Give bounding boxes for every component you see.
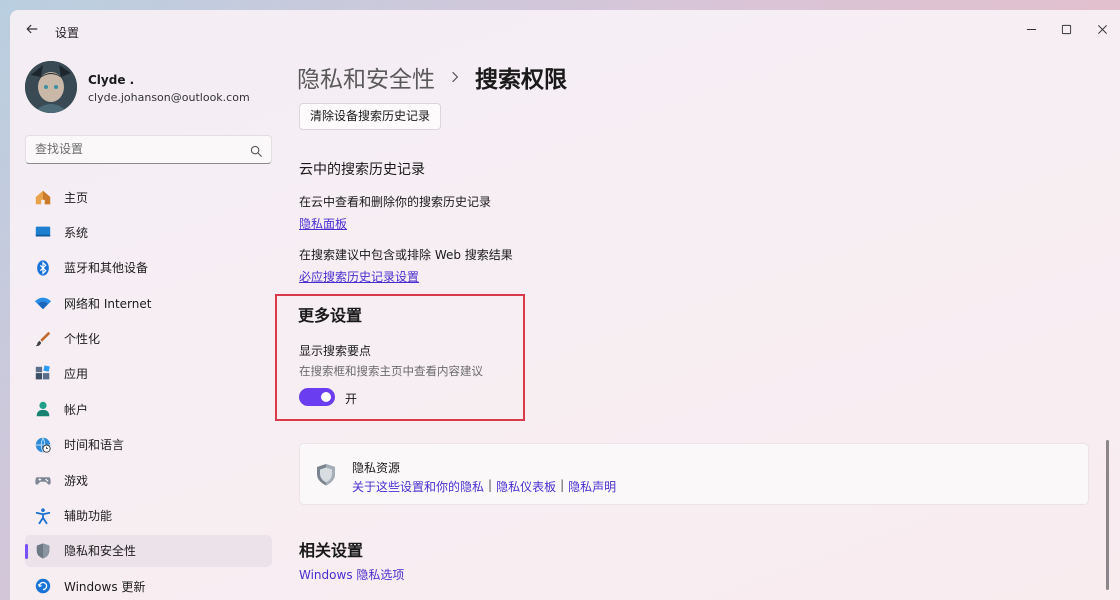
wifi-icon bbox=[33, 293, 53, 313]
search-icon[interactable] bbox=[250, 143, 263, 158]
sidebar-item-label: 辅助功能 bbox=[64, 509, 113, 524]
sidebar-item-accounts[interactable]: 帐户 bbox=[25, 393, 272, 425]
sidebar-item-apps[interactable]: 应用 bbox=[25, 358, 272, 390]
system-icon bbox=[33, 222, 53, 242]
settings-window: 设置 Clyde . clyde.johanson@outlook.com 查找… bbox=[10, 10, 1120, 600]
apps-icon bbox=[33, 364, 53, 384]
cloud-history-heading: 云中的搜索历史记录 bbox=[299, 162, 425, 178]
close-button[interactable] bbox=[1084, 16, 1120, 42]
privacy-statement-link[interactable]: 隐私声明 bbox=[568, 478, 616, 495]
sidebar-item-label: 个性化 bbox=[64, 332, 101, 347]
account-icon bbox=[33, 399, 53, 419]
toggle-knob bbox=[321, 392, 331, 402]
sidebar-item-label: 应用 bbox=[64, 367, 89, 382]
sidebar-item-label: 帐户 bbox=[64, 402, 89, 417]
title-bar: 设置 bbox=[10, 10, 1120, 50]
privacy-resources-title: 隐私资源 bbox=[352, 461, 401, 475]
sidebar-item-gaming[interactable]: 游戏 bbox=[25, 464, 272, 496]
breadcrumb-parent[interactable]: 隐私和安全性 bbox=[297, 60, 435, 94]
maximize-button[interactable] bbox=[1048, 16, 1084, 42]
sidebar-item-windows-update[interactable]: Windows 更新 bbox=[25, 570, 272, 600]
sidebar-item-personalization[interactable]: 个性化 bbox=[25, 323, 272, 355]
app-title: 设置 bbox=[55, 26, 80, 40]
shield-icon bbox=[33, 541, 53, 561]
search-box[interactable] bbox=[25, 135, 272, 164]
sidebar-item-label: 主页 bbox=[64, 190, 89, 205]
shield-icon bbox=[315, 463, 337, 487]
breadcrumb: 隐私和安全性 搜索权限 bbox=[297, 60, 567, 94]
related-settings-heading: 相关设置 bbox=[299, 541, 364, 560]
sidebar-item-system[interactable]: 系统 bbox=[25, 216, 272, 248]
sidebar-item-accessibility[interactable]: 辅助功能 bbox=[25, 500, 272, 532]
privacy-resources-links: 关于这些设置和你的隐私 | 隐私仪表板 | 隐私声明 bbox=[352, 478, 616, 495]
brush-icon bbox=[33, 329, 53, 349]
bluetooth-icon bbox=[33, 258, 53, 278]
link-separator: | bbox=[560, 478, 565, 492]
scrollbar[interactable] bbox=[1106, 440, 1109, 590]
sidebar-item-time-language[interactable]: 时间和语言 bbox=[25, 429, 272, 461]
chevron-right-icon bbox=[451, 68, 459, 87]
more-settings-heading: 更多设置 bbox=[298, 306, 363, 325]
privacy-dashboard-card-link[interactable]: 隐私仪表板 bbox=[496, 478, 556, 495]
search-highlights-description: 在搜索框和搜索主页中查看内容建议 bbox=[299, 364, 483, 378]
accessibility-icon bbox=[33, 506, 53, 526]
sidebar-item-label: 时间和语言 bbox=[64, 438, 125, 453]
search-input[interactable] bbox=[35, 142, 235, 156]
avatar[interactable] bbox=[25, 61, 77, 113]
search-highlights-toggle[interactable] bbox=[299, 388, 335, 406]
sidebar-item-home[interactable]: 主页 bbox=[25, 181, 272, 213]
sidebar-item-label: 系统 bbox=[64, 225, 89, 240]
privacy-resources-card: 隐私资源 关于这些设置和你的隐私 | 隐私仪表板 | 隐私声明 bbox=[299, 443, 1089, 505]
windows-privacy-options-link[interactable]: Windows 隐私选项 bbox=[299, 566, 404, 583]
user-email: clyde.johanson@outlook.com bbox=[88, 91, 250, 104]
back-arrow-icon[interactable] bbox=[22, 22, 42, 40]
gamepad-icon bbox=[33, 470, 53, 490]
sidebar-item-label: 隐私和安全性 bbox=[64, 544, 137, 559]
globe-clock-icon bbox=[33, 435, 53, 455]
link-separator: | bbox=[488, 478, 493, 492]
sidebar-item-bluetooth[interactable]: 蓝牙和其他设备 bbox=[25, 252, 272, 284]
clear-device-history-button[interactable]: 清除设备搜索历史记录 bbox=[299, 103, 442, 130]
bing-history-settings-link[interactable]: 必应搜索历史记录设置 bbox=[299, 268, 419, 285]
sidebar-item-network[interactable]: 网络和 Internet bbox=[25, 287, 272, 319]
sidebar-item-label: Windows 更新 bbox=[64, 579, 146, 594]
cloud-view-text: 在云中查看和删除你的搜索历史记录 bbox=[299, 195, 492, 209]
sidebar-nav: 主页 系统 蓝牙和其他设备 网络和 Internet 个性化 应用 帐户 时间和… bbox=[25, 181, 272, 600]
update-icon bbox=[33, 576, 53, 596]
home-icon bbox=[33, 187, 53, 207]
include-web-results-text: 在搜索建议中包含或排除 Web 搜索结果 bbox=[299, 248, 513, 262]
sidebar-item-label: 网络和 Internet bbox=[64, 296, 152, 311]
sidebar-item-label: 游戏 bbox=[64, 473, 89, 488]
page-title: 搜索权限 bbox=[475, 67, 567, 93]
toggle-state-label: 开 bbox=[345, 392, 358, 406]
sidebar-item-label: 蓝牙和其他设备 bbox=[64, 261, 149, 276]
minimize-button[interactable] bbox=[1013, 16, 1049, 42]
search-highlights-title: 显示搜索要点 bbox=[299, 344, 372, 358]
privacy-dashboard-link[interactable]: 隐私面板 bbox=[299, 215, 347, 232]
user-name: Clyde . bbox=[88, 73, 135, 87]
sidebar-item-privacy-security[interactable]: 隐私和安全性 bbox=[25, 534, 272, 567]
about-settings-privacy-link[interactable]: 关于这些设置和你的隐私 bbox=[352, 478, 484, 495]
